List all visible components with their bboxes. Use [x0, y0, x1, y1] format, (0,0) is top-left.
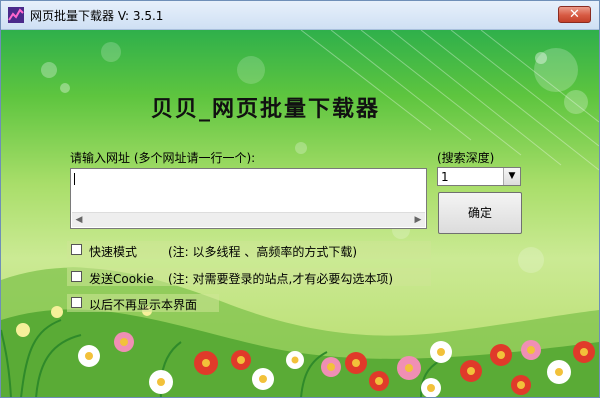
send-cookie-checkbox[interactable] — [71, 271, 82, 282]
window-title: 网页批量下载器 V: 3.5.1 — [30, 9, 164, 23]
text-caret — [74, 173, 75, 185]
scroll-left-arrow-icon[interactable]: ◀ — [72, 213, 86, 227]
scroll-right-arrow-icon[interactable]: ▶ — [411, 213, 425, 227]
dialog-body: 贝贝_网页批量下载器 请输入网址 (多个网址请一行一个): ◀ ▶ (搜索深度)… — [1, 30, 599, 397]
fast-mode-checkbox[interactable] — [71, 244, 82, 255]
fast-mode-option: 快速模式 (注: 以多线程 、高频率的方式下载) — [67, 241, 431, 259]
url-label: 请输入网址 (多个网址请一行一个): — [70, 151, 256, 165]
depth-select[interactable]: 1 ▼ — [437, 167, 521, 186]
send-cookie-label[interactable]: 发送Cookie — [89, 270, 154, 287]
url-input[interactable]: ◀ ▶ — [70, 168, 427, 229]
app-logo-icon — [8, 7, 24, 23]
close-button[interactable]: ✕ — [558, 6, 591, 23]
dont-show-again-checkbox[interactable] — [71, 297, 82, 308]
dont-show-again-label[interactable]: 以后不再显示本界面 — [89, 296, 197, 313]
send-cookie-note: (注: 对需要登录的站点,才有必要勾选本项) — [168, 272, 394, 286]
ok-button[interactable]: 确定 — [438, 192, 522, 234]
app-window: 网页批量下载器 V: 3.5.1 ✕ 贝贝_网页批量下载器 请输入网址 (多个网… — [0, 0, 600, 398]
dropdown-arrow-icon[interactable]: ▼ — [503, 168, 520, 185]
depth-select-value: 1 — [441, 170, 449, 184]
app-heading: 贝贝_网页批量下载器 — [151, 97, 381, 122]
fast-mode-note: (注: 以多线程 、高频率的方式下载) — [168, 245, 358, 259]
send-cookie-option: 发送Cookie (注: 对需要登录的站点,才有必要勾选本项) — [67, 268, 431, 286]
url-input-hscrollbar[interactable]: ◀ ▶ — [72, 212, 425, 227]
fast-mode-label[interactable]: 快速模式 — [89, 243, 137, 260]
close-icon: ✕ — [569, 7, 580, 22]
title-bar[interactable]: 网页批量下载器 V: 3.5.1 ✕ — [1, 1, 599, 30]
depth-label: (搜索深度) — [437, 151, 495, 165]
dont-show-again-option: 以后不再显示本界面 — [67, 294, 219, 312]
